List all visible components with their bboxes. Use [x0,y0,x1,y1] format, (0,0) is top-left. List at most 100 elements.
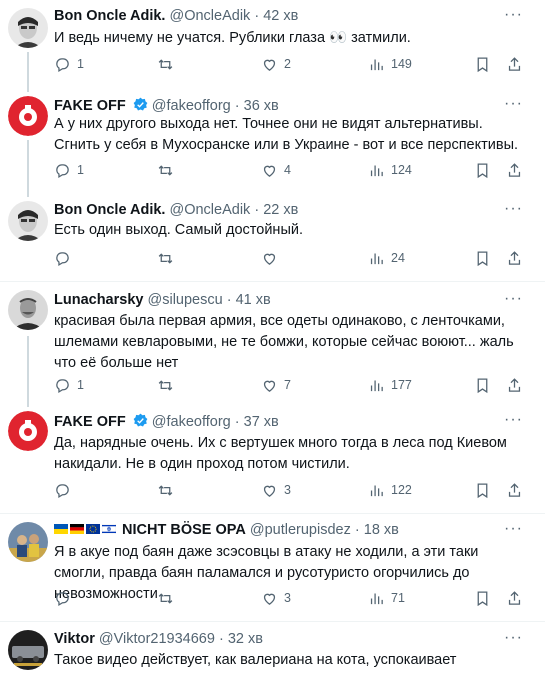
views-button[interactable]: 177 [368,377,412,394]
author-name[interactable]: Viktor [54,631,95,647]
more-options-button[interactable]: ··· [504,200,523,218]
timestamp[interactable]: 37 хв [244,414,279,430]
timestamp[interactable]: 32 хв [228,631,263,647]
avatar[interactable] [8,630,48,670]
author-name[interactable]: FAKE OFF [54,414,126,430]
author-handle[interactable]: @OncleAdik [169,8,250,24]
like-button[interactable]: 7 [261,377,291,394]
like-count: 7 [284,378,291,392]
bookmark-icon [477,163,488,179]
views-button[interactable]: 122 [368,482,412,499]
author-handle[interactable]: @OncleAdik [169,202,250,218]
tweet-1[interactable]: FAKE OFF @fakeofforg · 36 хв ··· А у них… [0,90,545,197]
author-name[interactable]: Bon Oncle Adik. [54,8,165,24]
retweet-button[interactable] [157,56,180,73]
like-button[interactable]: 3 [261,482,291,499]
reply-button[interactable] [54,482,77,499]
avatar[interactable] [8,8,48,48]
action-bar: 1 2 149 [54,56,524,76]
retweet-button[interactable] [157,250,180,267]
share-button[interactable] [506,482,529,499]
bookmark-button[interactable] [474,482,497,499]
bookmark-button[interactable] [474,590,497,607]
views-button[interactable]: 124 [368,162,412,179]
germany-flag-icon [70,524,84,534]
like-icon [263,380,276,392]
views-icon [370,485,383,497]
timestamp[interactable]: 18 хв [364,522,399,538]
more-options-button[interactable]: ··· [504,629,523,647]
share-button[interactable] [506,250,529,267]
avatar[interactable] [8,201,48,241]
author-handle[interactable]: @silupescu [148,292,223,308]
avatar[interactable] [8,96,48,136]
more-options-button[interactable]: ··· [504,95,523,113]
reply-button[interactable]: 1 [54,162,84,179]
tweet-2[interactable]: Bon Oncle Adik. @OncleAdik · 22 хв ··· Е… [0,195,545,279]
views-count: 177 [391,378,412,392]
like-button[interactable]: 3 [261,590,291,607]
timestamp[interactable]: 22 хв [263,202,298,218]
views-count: 24 [391,251,405,265]
timestamp[interactable]: 41 хв [236,292,271,308]
separator-dot: · [218,631,224,647]
thread-line [27,140,29,197]
tweet-6[interactable]: Viktor @Viktor21934669 · 32 хв ··· Такое… [0,622,545,676]
views-button[interactable]: 149 [368,56,412,73]
more-options-button[interactable]: ··· [504,6,523,24]
share-button[interactable] [506,162,529,179]
avatar[interactable] [8,290,48,330]
more-options-button[interactable]: ··· [504,290,523,308]
reply-button[interactable] [54,250,77,267]
tweet-header: Viktor @Viktor21934669 · 32 хв [54,631,263,647]
retweet-button[interactable] [157,377,180,394]
retweet-icon [158,165,173,176]
more-options-button[interactable]: ··· [504,520,523,538]
reply-button[interactable]: 1 [54,377,84,394]
timestamp[interactable]: 36 хв [244,98,279,114]
retweet-icon [158,593,173,604]
reply-button[interactable] [54,590,77,607]
timestamp[interactable]: 42 хв [263,8,298,24]
tweet-4[interactable]: FAKE OFF @fakeofforg · 37 хв ··· Да, нар… [0,405,545,513]
like-button[interactable]: 4 [261,162,291,179]
views-button[interactable]: 71 [368,590,405,607]
tweet-text: Есть один выход. Самый достойный. [54,222,303,238]
like-button[interactable] [261,250,284,267]
retweet-button[interactable] [157,162,180,179]
tweet-0[interactable]: Bon Oncle Adik. @OncleAdik · 42 хв ··· И… [0,0,545,92]
reply-button[interactable]: 1 [54,56,84,73]
ukraine-flag-icon [54,524,68,534]
author-handle[interactable]: @fakeofforg [152,98,231,114]
more-options-button[interactable]: ··· [504,411,523,429]
author-name[interactable]: Bon Oncle Adik. [54,202,165,218]
thread-line [27,336,29,407]
avatar[interactable] [8,522,48,562]
avatar[interactable] [8,411,48,451]
tweet-text: Такое видео действует, как валериана на … [54,652,457,668]
views-button[interactable]: 24 [368,250,405,267]
tweet-3[interactable]: Lunacharsky @silupescu · 41 хв ··· краси… [0,282,545,407]
bookmark-button[interactable] [474,56,497,73]
tweet-5[interactable]: NICHT BÖSE OPA @putlerupisdez · 18 хв ··… [0,514,545,621]
author-handle[interactable]: @Viktor21934669 [99,631,215,647]
share-button[interactable] [506,56,529,73]
tweet-header: FAKE OFF @fakeofforg · 37 хв [54,413,279,430]
bookmark-button[interactable] [474,377,497,394]
author-name[interactable]: NICHT BÖSE OPA [122,522,246,538]
author-name[interactable]: Lunacharsky [54,292,143,308]
reply-icon [56,484,69,499]
retweet-button[interactable] [157,482,180,499]
views-count: 71 [391,591,405,605]
retweet-button[interactable] [157,590,180,607]
author-handle[interactable]: @putlerupisdez [250,522,351,538]
bookmark-button[interactable] [474,162,497,179]
author-handle[interactable]: @fakeofforg [152,414,231,430]
bookmark-button[interactable] [474,250,497,267]
tweet-header: Bon Oncle Adik. @OncleAdik · 22 хв [54,202,298,218]
separator-dot: · [354,522,360,538]
share-button[interactable] [506,377,529,394]
like-button[interactable]: 2 [261,56,291,73]
author-name[interactable]: FAKE OFF [54,98,126,114]
share-button[interactable] [506,590,529,607]
